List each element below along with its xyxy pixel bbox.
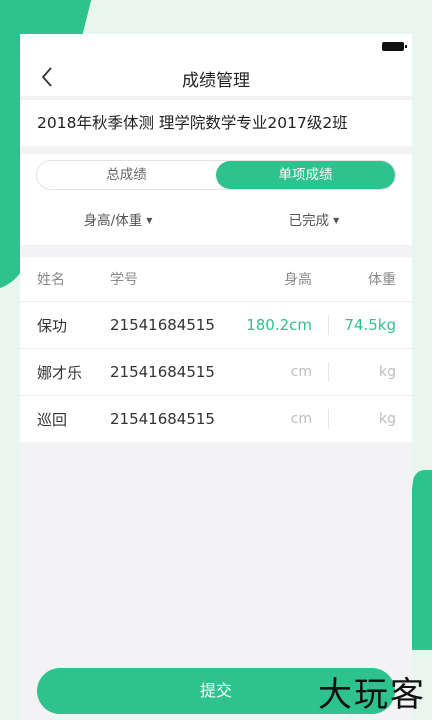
weight-input[interactable]: kg <box>326 349 396 395</box>
class-subtitle: 2018年秋季体测 理学院数学专业2017级2班 <box>20 100 412 146</box>
tab-single-score[interactable]: 单项成绩 <box>216 161 395 189</box>
filter-bar: 身高/体重 ▼ 已完成 ▼ <box>20 206 412 236</box>
header-name: 姓名 <box>37 272 65 288</box>
student-id: 21541684515 <box>110 316 215 334</box>
height-input[interactable]: 180.2cm <box>232 302 312 348</box>
height-input[interactable]: cm <box>232 349 312 395</box>
score-table: 姓名 学号 身高 体重 保功 21541684515 180.2cm 74.5k… <box>20 257 412 442</box>
table-header: 姓名 学号 身高 体重 <box>20 257 412 302</box>
table-row: 娜才乐 21541684515 cm kg <box>20 349 412 396</box>
phone-screen: 成绩管理 2018年秋季体测 理学院数学专业2017级2班 总成绩 单项成绩 身… <box>20 34 412 720</box>
caret-down-icon: ▼ <box>333 216 340 225</box>
page-title: 成绩管理 <box>182 71 250 91</box>
weight-input[interactable]: 74.5kg <box>326 302 396 348</box>
tab-total-score[interactable]: 总成绩 <box>37 161 216 189</box>
nav-bar: 成绩管理 <box>20 60 412 96</box>
student-name: 娜才乐 <box>37 363 83 382</box>
filter-item-dropdown[interactable]: 身高/体重 ▼ <box>20 206 216 236</box>
filter-status-label: 已完成 <box>288 213 330 229</box>
status-bar <box>20 34 412 60</box>
header-weight: 体重 <box>368 272 396 288</box>
header-student-id: 学号 <box>110 272 138 288</box>
tab-section: 总成绩 单项成绩 身高/体重 ▼ 已完成 ▼ <box>20 154 412 245</box>
table-row: 保功 21541684515 180.2cm 74.5kg <box>20 302 412 349</box>
weight-input[interactable]: kg <box>326 396 396 442</box>
watermark-logo: 大玩客 <box>318 675 426 715</box>
spacer <box>20 245 412 257</box>
filter-item-label: 身高/体重 <box>83 213 143 229</box>
header-height: 身高 <box>284 272 312 288</box>
filter-status-dropdown[interactable]: 已完成 ▼ <box>216 206 412 236</box>
caret-down-icon: ▼ <box>146 216 153 225</box>
score-type-segmented-control: 总成绩 单项成绩 <box>36 160 396 190</box>
table-row: 巡回 21541684515 cm kg <box>20 396 412 442</box>
student-id: 21541684515 <box>110 363 215 381</box>
battery-icon <box>382 42 407 51</box>
student-name: 保功 <box>37 316 68 335</box>
height-input[interactable]: cm <box>232 396 312 442</box>
student-name: 巡回 <box>37 410 68 429</box>
spacer <box>20 146 412 154</box>
student-id: 21541684515 <box>110 410 215 428</box>
